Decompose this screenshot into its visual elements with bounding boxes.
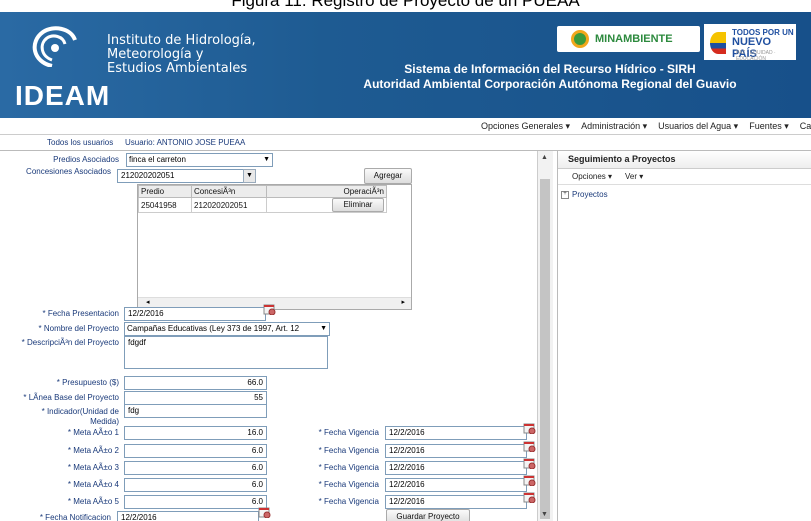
calendar-icon[interactable] xyxy=(523,457,536,469)
ideam-logo-text: IDEAM xyxy=(15,80,111,111)
meta-1-label: * Meta AÃ±o 1 xyxy=(67,428,119,437)
meta-2-input[interactable]: 6.0 xyxy=(124,444,267,458)
vigencia-2-label: * Fecha Vigencia xyxy=(318,446,379,455)
vigencia-5-input[interactable]: 12/2/2016 xyxy=(385,495,527,509)
menu-administracion[interactable]: Administración ▾ xyxy=(581,118,647,134)
ideam-logo-icon xyxy=(32,26,77,67)
grid-header-operacion: OperaciÃ³n xyxy=(266,185,387,198)
vigencia-3-label: * Fecha Vigencia xyxy=(318,463,379,472)
project-form: Predios Asociados finca el carreton ▼ Con… xyxy=(0,151,537,521)
vigencia-3-input[interactable]: 12/2/2016 xyxy=(385,461,527,475)
table-row: 25041958 212020202051 Eliminar xyxy=(138,197,387,213)
panel-toolbar: Opciones ▾ Ver ▾ xyxy=(558,170,811,185)
concesiones-label: Concesiones Asociados xyxy=(26,167,111,176)
meta-5-input[interactable]: 6.0 xyxy=(124,495,267,509)
agregar-button[interactable]: Agregar xyxy=(364,168,412,184)
scroll-right-icon: ▸ xyxy=(401,299,405,306)
meta-4-input[interactable]: 6.0 xyxy=(124,478,267,492)
meta-4-label: * Meta AÃ±o 4 xyxy=(67,480,119,489)
scroll-down-icon: ▼ xyxy=(541,511,548,518)
all-users-link[interactable]: Todos los usuarios xyxy=(47,135,113,150)
todos-por-un-nuevo-pais-logo: TODOS POR UN NUEVO PAÍS PAZ · EQUIDAD · … xyxy=(704,24,796,62)
main-menu: Opciones Generales ▾ Administración ▾ Us… xyxy=(0,118,811,135)
institute-name: Instituto de Hidrología, Meteorología y … xyxy=(107,33,256,76)
meta-2-label: * Meta AÃ±o 2 xyxy=(67,446,119,455)
vigencia-1-input[interactable]: 12/2/2016 xyxy=(385,426,527,440)
menu-fuentes[interactable]: Fuentes ▾ xyxy=(749,118,789,134)
guardar-proyecto-button[interactable]: Guardar Proyecto xyxy=(386,509,470,521)
chevron-down-icon: ▼ xyxy=(263,156,270,163)
current-user: Usuario: ANTONIO JOSE PUEAA xyxy=(125,138,246,147)
calendar-icon[interactable] xyxy=(523,474,536,486)
tree-item-proyectos[interactable]: + Proyectos xyxy=(561,190,608,199)
fecha-presentacion-label: * Fecha Presentacion xyxy=(42,309,120,318)
concesiones-dropdown-button[interactable]: ▼ xyxy=(243,169,256,183)
fecha-presentacion-input[interactable]: 12/2/2016 xyxy=(124,307,266,321)
meta-3-input[interactable]: 6.0 xyxy=(124,461,267,475)
fecha-notificacion-input[interactable]: 12/2/2016 xyxy=(117,511,259,521)
presupuesto-input[interactable]: 66.0 xyxy=(124,376,267,390)
predios-select[interactable]: finca el carreton ▼ xyxy=(126,153,273,167)
panel-title: Seguimiento a Proyectos xyxy=(558,151,811,169)
nombre-proyecto-label: * Nombre del Proyecto xyxy=(38,324,119,333)
expand-icon[interactable]: + xyxy=(561,190,569,199)
user-bar: Todos los usuarios Usuario: ANTONIO JOSE… xyxy=(0,135,811,151)
authority-title: Autoridad Ambiental Corporación Autónoma… xyxy=(363,77,737,91)
descripcion-label: * DescripciÃ³n del Proyecto xyxy=(21,338,119,347)
grid-header-concesion: ConcesiÃ³n xyxy=(191,185,267,198)
associations-grid: Predio ConcesiÃ³n OperaciÃ³n 25041958 21… xyxy=(137,184,412,310)
presupuesto-label: * Presupuesto ($) xyxy=(56,378,119,387)
grid-header-predio: Predio xyxy=(138,185,192,198)
scrollbar-thumb[interactable] xyxy=(540,179,550,519)
calendar-icon[interactable] xyxy=(523,491,536,503)
system-title: Sistema de Información del Recurso Hídri… xyxy=(360,62,740,92)
seguimiento-panel: Seguimiento a Proyectos Opciones ▾ Ver ▾… xyxy=(557,151,811,521)
header-banner: IDEAM Instituto de Hidrología, Meteorolo… xyxy=(0,12,811,118)
nombre-proyecto-select[interactable]: Campañas Educativas (Ley 373 de 1997, Ar… xyxy=(124,322,330,336)
colombia-flag-icon xyxy=(710,32,726,54)
meta-1-input[interactable]: 16.0 xyxy=(124,426,267,440)
calendar-icon[interactable] xyxy=(258,506,271,518)
eliminar-button[interactable]: Eliminar xyxy=(332,198,384,212)
indicador-label: * Indicador(Unidad de Medida) xyxy=(41,407,119,426)
form-vertical-scrollbar[interactable]: ▲ ▼ xyxy=(537,151,553,521)
calendar-icon[interactable] xyxy=(523,440,536,452)
scroll-up-icon: ▲ xyxy=(541,154,548,161)
ver-menu[interactable]: Ver ▾ xyxy=(625,170,643,184)
concesiones-input[interactable]: 212020202051 xyxy=(117,169,246,183)
menu-opciones-generales[interactable]: Opciones Generales ▾ xyxy=(481,118,570,134)
minambiente-logo: MINAMBIENTE xyxy=(557,26,700,52)
meta-3-label: * Meta AÃ±o 3 xyxy=(67,463,119,472)
calendar-icon[interactable] xyxy=(263,303,276,315)
menu-calidad[interactable]: Calidad xyxy=(800,118,811,134)
vigencia-5-label: * Fecha Vigencia xyxy=(318,497,379,506)
chevron-down-icon: ▼ xyxy=(318,323,327,335)
fecha-notificacion-label: * Fecha Notificacion xyxy=(39,513,111,521)
menu-usuarios-del-agua[interactable]: Usuarios del Agua ▾ xyxy=(658,118,738,134)
vigencia-4-input[interactable]: 12/2/2016 xyxy=(385,478,527,492)
vigencia-4-label: * Fecha Vigencia xyxy=(318,480,379,489)
meta-5-label: * Meta AÃ±o 5 xyxy=(67,497,119,506)
linea-base-label: * LÃ­nea Base del Proyecto xyxy=(23,393,119,402)
opciones-menu[interactable]: Opciones ▾ xyxy=(572,170,612,184)
calendar-icon[interactable] xyxy=(523,422,536,434)
descripcion-textarea[interactable]: fdgdf xyxy=(124,336,328,369)
scroll-left-icon: ◂ xyxy=(146,299,150,306)
minambiente-emblem-icon xyxy=(571,30,589,48)
vigencia-1-label: * Fecha Vigencia xyxy=(318,428,379,437)
linea-base-input[interactable]: 55 xyxy=(124,391,267,405)
indicador-input[interactable]: fdg xyxy=(124,404,267,418)
vigencia-2-input[interactable]: 12/2/2016 xyxy=(385,444,527,458)
predios-label: Predios Asociados xyxy=(53,155,119,164)
